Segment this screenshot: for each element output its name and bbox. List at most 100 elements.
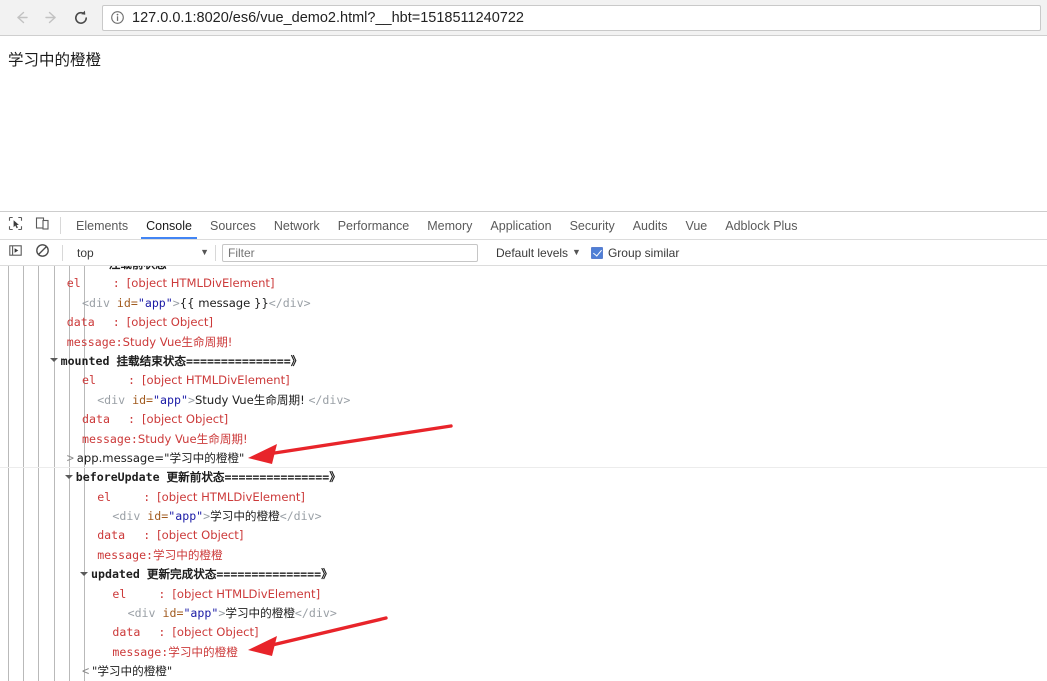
input-prompt-icon: > bbox=[66, 450, 75, 465]
html-attr-value: "app" bbox=[137, 295, 173, 310]
html-attr-value: "app" bbox=[183, 606, 219, 621]
console-output[interactable]: 注载前状态el: [object HTMLDivElement]<div id=… bbox=[0, 266, 1047, 681]
tab-audits[interactable]: Audits bbox=[624, 212, 677, 239]
console-kv-value: [object HTMLDivElement] bbox=[126, 276, 275, 291]
console-row-html: <div id="app">学习中的橙橙</div> bbox=[0, 507, 1047, 526]
console-row-keyvalue: el: [object HTMLDivElement] bbox=[0, 274, 1047, 293]
clear-console-icon bbox=[35, 243, 50, 263]
html-tag-open: <div bbox=[127, 606, 163, 621]
console-group-header[interactable]: mounted 挂载结束状态===============》 bbox=[0, 352, 1047, 371]
tab-sources[interactable]: Sources bbox=[201, 212, 265, 239]
html-text-content: Study Vue生命周期! bbox=[194, 392, 309, 407]
console-group-header[interactable]: beforeUpdate 更新前状态===============》 bbox=[0, 468, 1047, 487]
device-toolbar-button[interactable] bbox=[29, 212, 56, 239]
filterbar-divider-2 bbox=[215, 244, 216, 261]
disclosure-triangle-icon[interactable] bbox=[64, 474, 73, 479]
back-button[interactable] bbox=[6, 3, 36, 33]
page-viewport: 学习中的橙橙 bbox=[0, 36, 1047, 211]
forward-button[interactable] bbox=[36, 3, 66, 33]
html-tag-gt: > bbox=[187, 392, 195, 407]
console-kv-key: message: bbox=[66, 334, 123, 349]
console-kv-separator: : bbox=[128, 373, 142, 388]
execution-context-select[interactable]: top ▼ bbox=[69, 246, 209, 260]
inspect-element-button[interactable] bbox=[2, 212, 29, 239]
clear-console-button[interactable] bbox=[29, 243, 56, 263]
console-kv-value: Study Vue生命周期! bbox=[122, 334, 233, 349]
devtools-panel: Elements Console Sources Network Perform… bbox=[0, 211, 1047, 681]
console-row-keyvalue: data: [object Object] bbox=[0, 526, 1047, 545]
execute-snippet-icon bbox=[8, 243, 23, 263]
console-html-snippet: <div id="app">学习中的橙橙</div> bbox=[112, 507, 321, 526]
inspect-element-icon bbox=[8, 216, 23, 236]
html-tag-close: </div> bbox=[294, 606, 337, 621]
device-toolbar-icon bbox=[35, 216, 50, 236]
console-kv-separator: : bbox=[158, 625, 173, 640]
tab-performance[interactable]: Performance bbox=[329, 212, 419, 239]
html-tag-close: </div> bbox=[308, 392, 351, 407]
tab-network[interactable]: Network bbox=[265, 212, 329, 239]
console-html-snippet: <div id="app">Study Vue生命周期! </div> bbox=[97, 391, 350, 410]
tab-security[interactable]: Security bbox=[561, 212, 624, 239]
html-attr-name: id= bbox=[116, 295, 138, 310]
console-group-hook-name: beforeUpdate bbox=[75, 470, 160, 485]
reload-button[interactable] bbox=[66, 3, 96, 33]
console-html-snippet: <div id="app">{{ message }}</div> bbox=[82, 294, 311, 313]
console-kv-value: Study Vue生命周期! bbox=[137, 431, 248, 446]
filter-input[interactable] bbox=[222, 243, 478, 262]
chevron-down-icon: ▼ bbox=[572, 247, 581, 257]
html-text-content: 学习中的橙橙 bbox=[225, 606, 295, 621]
console-group-label: 更新前状态===============》 bbox=[166, 470, 341, 485]
tab-memory[interactable]: Memory bbox=[418, 212, 481, 239]
console-row-html: <div id="app">{{ message }}</div> bbox=[0, 294, 1047, 313]
console-row-html: <div id="app">Study Vue生命周期! </div> bbox=[0, 391, 1047, 410]
console-kv-value: [object Object] bbox=[141, 412, 229, 427]
html-tag-open: <div bbox=[97, 392, 133, 407]
console-row-text: 注载前状态 bbox=[109, 266, 167, 274]
console-group-header[interactable]: updated 更新完成状态===============》 bbox=[0, 565, 1047, 584]
console-kv-separator: : bbox=[158, 586, 173, 601]
tab-vue[interactable]: Vue bbox=[676, 212, 716, 239]
html-attr-value: "app" bbox=[168, 509, 204, 524]
console-kv-separator: : bbox=[128, 412, 142, 427]
console-kv-value: [object HTMLDivElement] bbox=[157, 489, 305, 504]
console-kv-key: data bbox=[82, 412, 110, 427]
console-input-row: > app.message="学习中的橙橙" bbox=[0, 449, 1047, 469]
tab-elements[interactable]: Elements bbox=[67, 212, 137, 239]
console-kv-value: 学习中的橙橙 bbox=[153, 547, 223, 562]
filterbar-divider-1 bbox=[62, 244, 63, 261]
console-row-keyvalue: el: [object HTMLDivElement] bbox=[0, 371, 1047, 390]
console-kv-value: [object Object] bbox=[126, 315, 213, 330]
html-tag-close: </div> bbox=[279, 509, 322, 524]
html-tag-gt: > bbox=[172, 295, 180, 310]
tab-adblock-plus[interactable]: Adblock Plus bbox=[716, 212, 806, 239]
disclosure-triangle-icon[interactable] bbox=[80, 571, 88, 576]
group-similar-toggle[interactable]: Group similar bbox=[590, 246, 679, 260]
log-levels-select[interactable]: Default levels ▼ bbox=[496, 246, 581, 260]
tab-console[interactable]: Console bbox=[137, 212, 201, 239]
url-text: 127.0.0.1:8020/es6/vue_demo2.html?__hbt=… bbox=[132, 9, 524, 26]
console-log-list: 注载前状态el: [object HTMLDivElement]<div id=… bbox=[0, 266, 1047, 681]
console-kv-key: el bbox=[66, 276, 81, 291]
html-tag-open: <div bbox=[112, 509, 148, 524]
console-kv-key: message: bbox=[97, 547, 154, 562]
info-circle-icon[interactable] bbox=[110, 10, 125, 25]
disclosure-triangle-icon[interactable] bbox=[49, 358, 58, 363]
console-output-text: "学习中的橙橙" bbox=[92, 664, 173, 679]
console-row-keyvalue: message:Study Vue生命周期! bbox=[0, 333, 1047, 352]
tab-application[interactable]: Application bbox=[481, 212, 560, 239]
console-row-keyvalue: message:Study Vue生命周期! bbox=[0, 430, 1047, 449]
console-kv-separator: : bbox=[112, 276, 127, 291]
console-group-hook-name: mounted bbox=[60, 353, 110, 368]
console-row-keyvalue: message:学习中的橙橙 bbox=[0, 643, 1047, 662]
group-similar-checkbox[interactable] bbox=[590, 246, 603, 259]
console-input-text: app.message="学习中的橙橙" bbox=[76, 450, 245, 465]
execute-snippet-button[interactable] bbox=[2, 243, 29, 263]
html-attr-value: "app" bbox=[153, 392, 188, 407]
console-filter-bar: top ▼ Default levels ▼ Group similar bbox=[0, 240, 1047, 266]
console-kv-key: el bbox=[97, 489, 112, 504]
execution-context-label: top bbox=[77, 245, 94, 260]
console-row-clipped: 注载前状态 bbox=[0, 266, 1047, 274]
console-kv-value: [object Object] bbox=[157, 528, 244, 543]
arrow-left-icon bbox=[13, 9, 30, 26]
address-bar[interactable]: 127.0.0.1:8020/es6/vue_demo2.html?__hbt=… bbox=[102, 4, 1041, 31]
